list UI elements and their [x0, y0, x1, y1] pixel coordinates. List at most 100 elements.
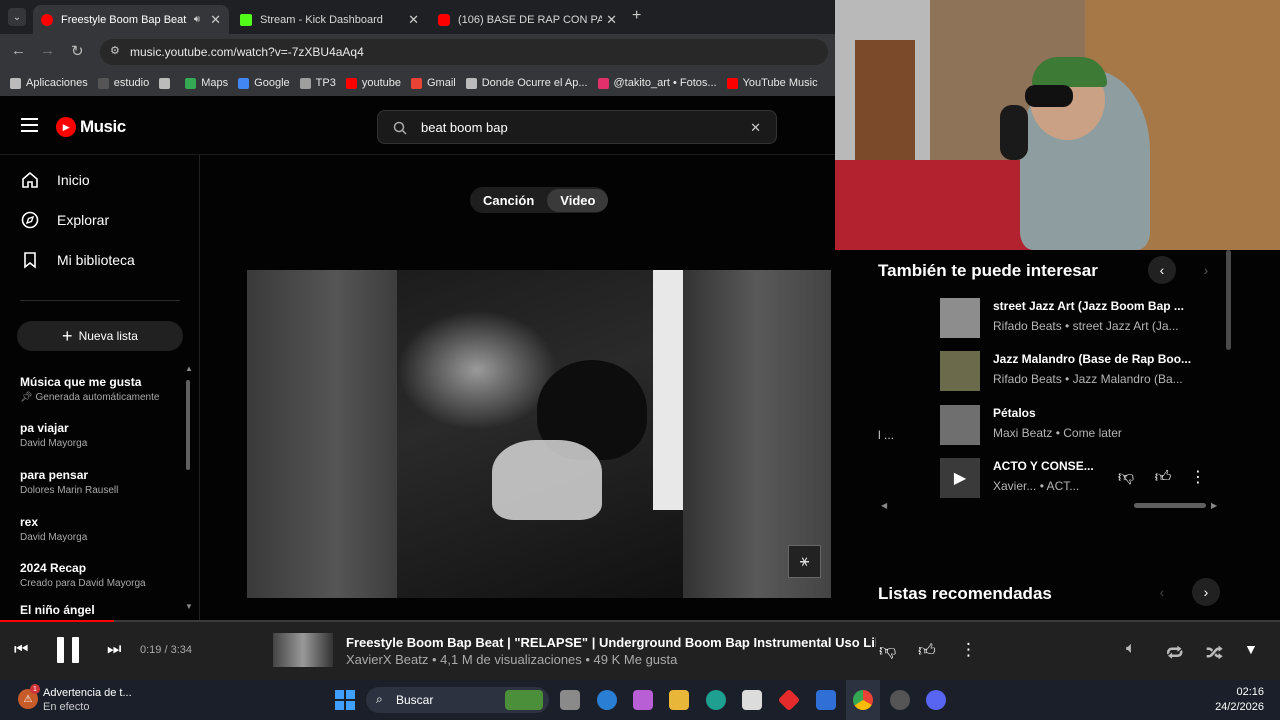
notification-title[interactable]: Advertencia de t... — [43, 687, 132, 699]
more-options-icon[interactable]: ⋮ — [960, 640, 977, 660]
file-explorer-icon[interactable] — [669, 690, 689, 710]
track-title[interactable]: Freestyle Boom Bap Beat | "RELAPSE" | Un… — [346, 635, 876, 650]
scroll-left-icon[interactable]: ◀ — [881, 501, 887, 510]
nav-item-inicio[interactable]: Inicio — [20, 170, 90, 190]
copilot-icon[interactable] — [633, 690, 653, 710]
playlist-item[interactable]: para pensar Dolores Marin Rausell — [20, 468, 180, 496]
url-text: music.youtube.com/watch?v=-7zXBU4aAq4 — [130, 45, 364, 59]
shuffle-icon[interactable]: 🔀︎ — [1206, 639, 1223, 665]
playlist-item[interactable]: El niño ángel — [20, 603, 180, 617]
next-track-icon[interactable]: ⏭︎ — [107, 641, 121, 659]
playlist-item[interactable]: rex David Mayorga — [20, 515, 180, 543]
horizontal-scrollbar[interactable] — [1134, 503, 1206, 508]
bookmark-item[interactable]: estudio — [97, 77, 149, 89]
bookmark-item[interactable]: TP3 — [299, 77, 336, 89]
clock-date[interactable]: 24/2/2026 — [1208, 701, 1264, 713]
bookmark-item[interactable]: Aplicaciones — [10, 77, 88, 89]
playlist-item[interactable]: pa viajar David Mayorga — [20, 421, 180, 449]
toggle-song[interactable]: Canción — [470, 189, 547, 212]
bookmark-item[interactable]: @takito_art • Fotos... — [597, 77, 717, 89]
bookmark-item[interactable]: youtube — [345, 77, 401, 89]
forward-icon[interactable]: → — [40, 42, 55, 59]
video-player[interactable]: ⚹ — [247, 270, 831, 598]
sidebar-scrollbar[interactable] — [186, 380, 190, 470]
bookmark-item[interactable]: Gmail — [410, 77, 456, 89]
recommendation-title[interactable]: Jazz Malandro (Base de Rap Boo... — [993, 352, 1208, 366]
like-icon[interactable]: 👍︎ — [918, 640, 936, 661]
site-info-icon[interactable]: ⚙ — [110, 44, 120, 57]
track-thumbnail[interactable] — [273, 633, 333, 667]
previous-track-icon[interactable]: ⏮︎ — [14, 641, 28, 659]
address-bar[interactable]: ⚙ music.youtube.com/watch?v=-7zXBU4aAq4 — [100, 39, 828, 65]
tab-ytmusic[interactable]: Freestyle Boom Bap Beat | " 🔊︎ ✕ — [33, 5, 229, 34]
carousel-next-button[interactable]: › — [1192, 578, 1220, 606]
tab-search-chevron-icon[interactable]: ⌄ — [8, 8, 26, 26]
recommendation-item[interactable]: Pétalos Maxi Beatz • Come later — [940, 405, 1210, 445]
weather-app-icon[interactable] — [597, 690, 617, 710]
scroll-down-icon[interactable]: ▼ — [185, 602, 193, 611]
new-tab-icon[interactable]: + — [632, 7, 641, 25]
speaker-icon[interactable]: 🔊︎ — [194, 14, 200, 25]
progress-bar[interactable] — [0, 620, 1280, 622]
carousel-next-button[interactable]: › — [1192, 256, 1220, 284]
bookmark-item[interactable]: YouTube Music — [726, 77, 818, 89]
dislike-icon[interactable]: 👎︎ — [879, 640, 896, 661]
menu-icon[interactable] — [21, 118, 38, 132]
task-view-icon[interactable] — [560, 690, 580, 710]
clock-time[interactable]: 02:16 — [1218, 686, 1264, 698]
panel-scrollbar[interactable] — [1226, 250, 1231, 350]
taskbar-search[interactable]: ⌕ Buscar — [366, 687, 549, 713]
bookmark-item[interactable] — [159, 77, 175, 89]
recommendation-thumbnail[interactable] — [940, 405, 980, 445]
expand-player-icon[interactable]: ▼ — [1244, 641, 1258, 657]
windows-start-icon[interactable] — [335, 690, 355, 710]
scroll-right-icon[interactable]: ▶ — [1211, 501, 1217, 510]
reload-icon[interactable]: ↻ — [71, 42, 84, 60]
bookmark-item[interactable]: Maps — [185, 77, 228, 89]
chrome-icon[interactable] — [853, 690, 873, 710]
recommendation-title[interactable]: Pétalos — [993, 406, 1208, 420]
playlist-item[interactable]: Música que me gusta 📌︎ Generada automátic… — [20, 375, 180, 403]
nav-item-biblioteca[interactable]: Mi biblioteca — [20, 250, 135, 270]
bookmark-item[interactable]: Donde Ocurre el Ap... — [465, 77, 588, 89]
watermark-logo-icon: ⚹ — [788, 545, 821, 578]
settings-app-icon[interactable] — [890, 690, 910, 710]
back-icon[interactable]: ← — [11, 42, 26, 59]
scroll-up-icon[interactable]: ▲ — [185, 364, 193, 373]
recommendation-thumbnail[interactable] — [940, 351, 980, 391]
edge-icon[interactable] — [706, 690, 726, 710]
carousel-prev-button[interactable]: ‹ — [1148, 578, 1176, 606]
new-playlist-button[interactable]: + Nueva lista — [17, 321, 183, 351]
play-icon[interactable]: ▶ — [954, 468, 966, 488]
more-options-icon[interactable]: ⋮ — [1190, 466, 1206, 488]
recommendation-thumbnail[interactable]: ▶ — [940, 458, 980, 498]
recommendation-thumbnail[interactable] — [940, 298, 980, 338]
discord-icon[interactable] — [926, 690, 946, 710]
mail-icon[interactable] — [816, 690, 836, 710]
like-icon[interactable]: 👍︎ — [1149, 466, 1177, 488]
recommendation-item[interactable]: Jazz Malandro (Base de Rap Boo... Rifado … — [940, 351, 1210, 391]
playlist-item[interactable]: 2024 Recap Creado para David Mayorga — [20, 561, 180, 589]
app-red-icon[interactable] — [777, 688, 801, 712]
recommendation-title[interactable]: ACTO Y CONSE... — [993, 459, 1113, 473]
recommendation-title[interactable]: street Jazz Art (Jazz Boom Bap ... — [993, 299, 1208, 313]
tab-kick[interactable]: Stream - Kick Dashboard ✕ — [232, 5, 427, 34]
nav-item-explorar[interactable]: Explorar — [20, 210, 109, 230]
carousel-prev-button[interactable]: ‹ — [1148, 256, 1176, 284]
close-tab-icon[interactable]: ✕ — [606, 12, 617, 28]
close-tab-icon[interactable]: ✕ — [210, 12, 221, 28]
pause-icon[interactable] — [57, 637, 79, 663]
toggle-video[interactable]: Video — [547, 188, 609, 212]
ytmusic-logo[interactable]: ▶ Music — [56, 117, 126, 137]
repeat-icon[interactable]: 🔁︎ — [1166, 639, 1183, 665]
clear-search-icon[interactable]: ✕ — [750, 120, 761, 136]
volume-icon[interactable]: 🔈︎ — [1126, 640, 1136, 658]
search-input[interactable]: beat boom bap ✕ — [377, 110, 777, 144]
close-tab-icon[interactable]: ✕ — [408, 12, 419, 28]
song-video-toggle[interactable]: Canción Video — [470, 187, 609, 213]
dislike-icon[interactable]: 👎︎ — [1112, 466, 1140, 488]
store-icon[interactable] — [742, 690, 762, 710]
tab-youtube[interactable]: (106) BASE DE RAP CON PALAB ✕ — [430, 5, 625, 34]
bookmark-item[interactable]: Google — [238, 77, 290, 89]
recommendation-item[interactable]: street Jazz Art (Jazz Boom Bap ... Rifado… — [940, 298, 1210, 338]
